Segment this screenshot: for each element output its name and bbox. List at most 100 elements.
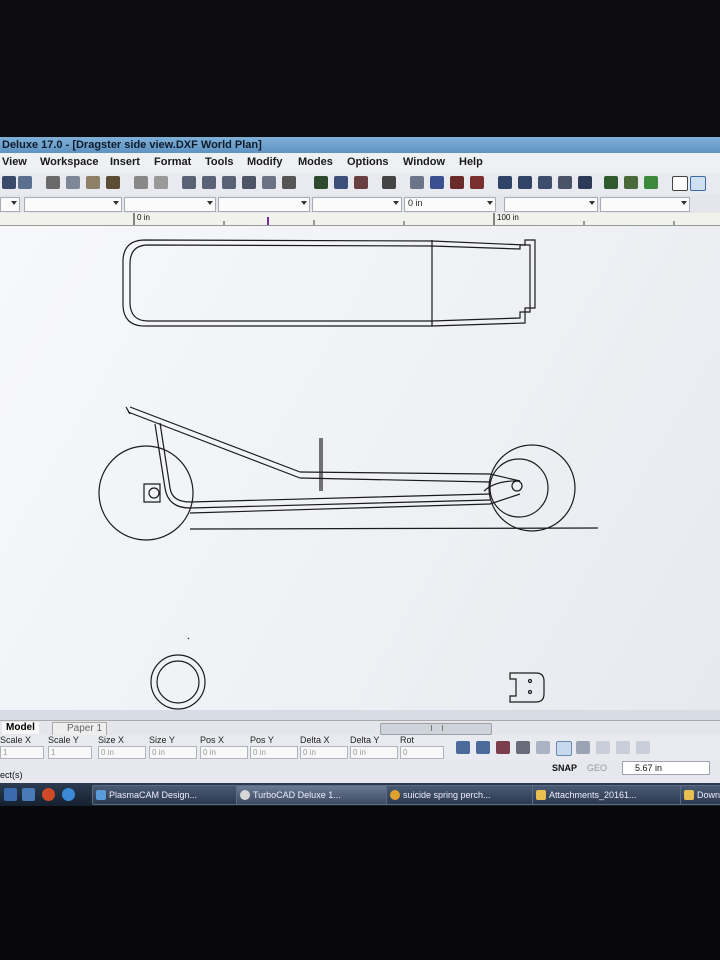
pen-icon[interactable] [354, 176, 368, 189]
text-tool-icon[interactable] [690, 176, 706, 191]
snap-arc-icon[interactable] [536, 741, 550, 754]
snap-grid-icon[interactable] [410, 176, 424, 189]
layer-combo[interactable] [0, 197, 20, 212]
field-pos-y[interactable]: 0 in [250, 746, 298, 759]
snap-center-icon[interactable] [516, 741, 530, 754]
lights-icon[interactable] [624, 176, 638, 189]
undo-icon[interactable] [134, 176, 148, 189]
redraw-icon[interactable] [262, 176, 276, 189]
main-toolbar [0, 173, 720, 196]
ortho-icon[interactable] [430, 176, 444, 189]
format-painter-icon[interactable] [106, 176, 120, 189]
ie-icon[interactable] [62, 788, 75, 801]
view-icon[interactable] [282, 176, 296, 189]
geo-toggle[interactable]: GEO [587, 763, 607, 773]
snap-perp-icon[interactable] [576, 741, 590, 754]
print-icon[interactable] [2, 176, 16, 189]
dragster-frame-drawing [98, 239, 599, 710]
menu-modify[interactable]: Modify [247, 156, 282, 168]
menu-view[interactable]: View [2, 156, 27, 168]
taskbar-item-downloads[interactable]: Down [680, 785, 720, 805]
menu-insert[interactable]: Insert [110, 156, 140, 168]
taskbar-label: TurboCAD Deluxe 1... [253, 790, 341, 800]
snap-tangent-icon[interactable] [556, 741, 572, 756]
snap-nearest-icon[interactable] [636, 741, 650, 754]
switch-windows-icon[interactable] [22, 788, 35, 801]
label-size-x: Size X [98, 735, 125, 745]
cut-icon[interactable] [46, 176, 60, 189]
snap-toggle[interactable]: SNAP [552, 763, 577, 773]
menu-workspace[interactable]: Workspace [40, 156, 99, 168]
symbols-icon[interactable] [518, 176, 532, 189]
window-title: Deluxe 17.0 - [Dragster side view.DXF Wo… [0, 137, 720, 153]
fill-combo[interactable] [504, 197, 598, 212]
tab-model[interactable]: Model [2, 722, 39, 734]
field-delta-y[interactable]: 0 in [350, 746, 398, 759]
hatch-combo[interactable] [600, 197, 690, 212]
field-size-y[interactable]: 0 in [149, 746, 197, 759]
pen-style-combo[interactable] [124, 197, 216, 212]
show-desktop-icon[interactable] [4, 788, 17, 801]
menu-modes[interactable]: Modes [298, 156, 333, 168]
snap-quadrant-icon[interactable] [616, 741, 630, 754]
label-scale-x: Scale X [0, 735, 32, 745]
tool-palette-icon[interactable] [538, 176, 552, 189]
zoom-window-icon[interactable] [222, 176, 236, 189]
field-pos-x[interactable]: 0 in [200, 746, 248, 759]
chevron-down-icon [393, 201, 399, 205]
label-delta-x: Delta X [300, 735, 330, 745]
snap-middle-icon[interactable] [496, 741, 510, 754]
menu-tools[interactable]: Tools [205, 156, 234, 168]
field-size-x[interactable]: 0 in [98, 746, 146, 759]
field-scale-x[interactable]: 1 [0, 746, 44, 759]
check-icon[interactable] [382, 176, 396, 189]
property-bar: 0 in [0, 195, 720, 213]
menu-format[interactable]: Format [154, 156, 191, 168]
paste-icon[interactable] [86, 176, 100, 189]
zoom-out-icon[interactable] [202, 176, 216, 189]
taskbar-item-chrome[interactable]: suicide spring perch... [386, 785, 540, 805]
tab-paper[interactable]: Paper 1 [52, 722, 108, 736]
field-delta-x[interactable]: 0 in [300, 746, 348, 759]
taskbar-item-attachments[interactable]: Attachments_20161... [532, 785, 688, 805]
taskbar-item-plasmacam[interactable]: PlasmaCAM Design... [92, 785, 238, 805]
explorer-icon[interactable] [578, 176, 592, 189]
offset-field[interactable]: 0 in [404, 197, 496, 212]
new-doc-icon[interactable] [672, 176, 688, 191]
label-rot: Rot [400, 735, 415, 745]
horizontal-scrollbar[interactable] [380, 723, 492, 735]
redo-icon[interactable] [154, 176, 168, 189]
print-preview-icon[interactable] [18, 176, 32, 189]
layer-icon[interactable] [314, 176, 328, 189]
snap-grid-cell-icon[interactable] [596, 741, 610, 754]
menu-window[interactable]: Window [403, 156, 445, 168]
render-icon[interactable] [334, 176, 348, 189]
materials-icon[interactable] [604, 176, 618, 189]
insert-block-icon[interactable] [498, 176, 512, 189]
measure-icon[interactable] [470, 176, 484, 189]
color-combo[interactable] [24, 197, 122, 212]
pen-width-combo[interactable] [218, 197, 310, 212]
battery-icon[interactable] [644, 176, 658, 189]
snap-vertex-icon[interactable] [456, 741, 470, 754]
coordinate-bar: Scale X Scale Y Size X Size Y Pos X Pos … [0, 735, 720, 761]
screen: Deluxe 17.0 - [Dragster side view.DXF Wo… [0, 137, 720, 806]
chevron-down-icon [113, 201, 119, 205]
taskbar-item-turbocad[interactable]: TurboCAD Deluxe 1... [236, 785, 392, 805]
menu-help[interactable]: Help [459, 156, 483, 168]
taskbar: PlasmaCAM Design... TurboCAD Deluxe 1...… [0, 783, 720, 806]
zoom-extents-icon[interactable] [242, 176, 256, 189]
field-rot[interactable]: 0 [400, 746, 444, 759]
field-scale-y[interactable]: 1 [48, 746, 92, 759]
folder-icon [684, 790, 694, 800]
line-scale-combo[interactable] [312, 197, 402, 212]
drawing-canvas[interactable] [0, 226, 720, 710]
menu-options[interactable]: Options [347, 156, 389, 168]
target-icon[interactable] [450, 176, 464, 189]
chrome-icon[interactable] [42, 788, 55, 801]
link-icon[interactable] [558, 176, 572, 189]
zoom-in-icon[interactable] [182, 176, 196, 189]
copy-icon[interactable] [66, 176, 80, 189]
grid-spacing-field[interactable]: 5.67 in [622, 761, 710, 775]
snap-end-icon[interactable] [476, 741, 490, 754]
